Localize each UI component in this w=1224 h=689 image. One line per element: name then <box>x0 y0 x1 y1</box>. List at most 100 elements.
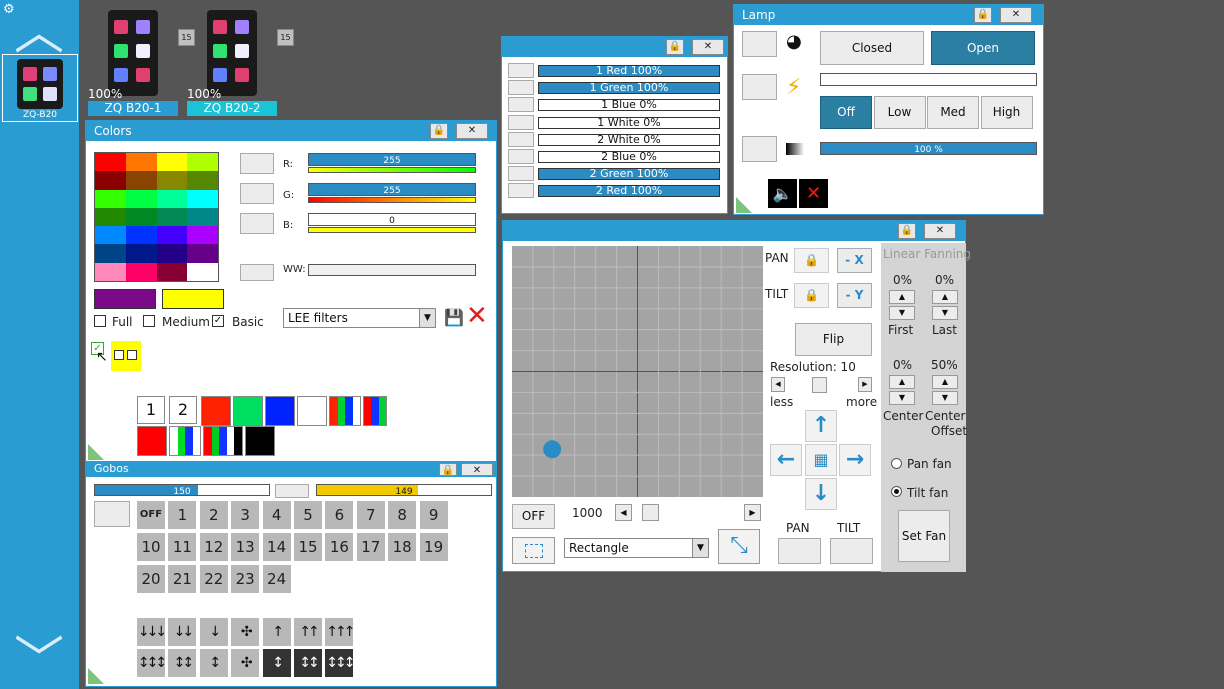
close-button[interactable]: ✕ <box>456 123 488 139</box>
lock-icon[interactable]: 🔒 <box>666 39 684 55</box>
offset-down-button[interactable]: ▼ <box>932 391 958 405</box>
resize-grip-icon[interactable] <box>736 197 752 213</box>
palette-swatch[interactable] <box>156 207 188 227</box>
swap-direction-icon[interactable]: ⤡ <box>718 529 760 564</box>
g-preset-button[interactable] <box>240 183 274 204</box>
gobo-wheel-2-slider[interactable]: 149 <box>316 484 492 497</box>
lock-icon[interactable]: 🔒 <box>430 123 448 139</box>
palette-swatch[interactable] <box>156 244 188 263</box>
palette-swatch[interactable] <box>125 189 157 208</box>
fixture-1-name[interactable]: ZQ B20-1 <box>88 101 178 116</box>
gobo-17-button[interactable]: 17 <box>356 533 385 561</box>
gobo-2-button[interactable]: 2 <box>199 501 228 529</box>
gobo-21-button[interactable]: 21 <box>168 565 197 593</box>
set-fan-button[interactable]: Set Fan <box>898 510 950 562</box>
color-macro-button[interactable] <box>265 396 295 426</box>
r-slider[interactable]: 255 <box>308 153 476 166</box>
gobo-15-button[interactable]: 15 <box>294 533 322 561</box>
power-high-button[interactable]: High <box>980 96 1033 129</box>
color-macro-button[interactable] <box>329 396 361 426</box>
macro-1-button[interactable]: 1 <box>137 396 165 424</box>
center-down-button[interactable]: ▼ <box>889 391 915 405</box>
power-bar[interactable] <box>820 73 1037 86</box>
resolution-less-button[interactable]: ◀ <box>771 377 785 392</box>
gobo-rotation-button[interactable]: ↓ <box>199 618 228 646</box>
palette-swatch[interactable] <box>156 226 188 245</box>
b-slider[interactable]: 0 <box>308 213 476 226</box>
gobo-20-button[interactable]: 20 <box>137 565 165 593</box>
channel-2-slider[interactable]: 1 Green 100% <box>538 82 720 95</box>
palette-swatch[interactable] <box>125 226 157 245</box>
channel-5-slider[interactable]: 2 White 0% <box>538 133 720 146</box>
palette-swatch[interactable] <box>156 189 188 208</box>
b-preset-button[interactable] <box>240 213 274 234</box>
channel-7-slider[interactable]: 2 Green 100% <box>538 168 720 181</box>
gobo-rotation-button[interactable]: ↑ <box>262 618 291 646</box>
channel-3-slider[interactable]: 1 Blue 0% <box>538 99 720 112</box>
channel-4-slider[interactable]: 1 White 0% <box>538 116 720 129</box>
gobo-18-button[interactable]: 18 <box>388 533 417 561</box>
gobo-off-button[interactable]: OFF <box>137 501 165 529</box>
channel-preset-button[interactable] <box>508 166 534 182</box>
arrow-down-icon[interactable]: ↓ <box>805 478 837 510</box>
color-palette[interactable] <box>94 152 219 282</box>
gobo-19-button[interactable]: 19 <box>419 533 448 561</box>
channel-preset-button[interactable] <box>508 63 534 78</box>
palette-swatch[interactable] <box>125 262 157 281</box>
palette-swatch[interactable] <box>187 244 218 263</box>
gobo-8-button[interactable]: 8 <box>388 501 417 529</box>
palette-swatch[interactable] <box>156 262 188 281</box>
g-slider[interactable]: 255 <box>308 183 476 196</box>
pan-fan-radio[interactable] <box>891 458 902 469</box>
power-low-button[interactable]: Low <box>873 96 926 129</box>
pan-value-button[interactable] <box>778 538 821 564</box>
basic-checkbox[interactable]: ✓ <box>212 315 224 327</box>
save-icon[interactable]: 💾 <box>444 308 464 327</box>
dimmer-preset-button[interactable] <box>742 136 777 162</box>
gobo-12-button[interactable]: 12 <box>199 533 228 561</box>
palette-swatch[interactable] <box>95 189 126 208</box>
macro-2-button[interactable]: 2 <box>169 396 197 424</box>
palette-swatch[interactable] <box>187 171 218 190</box>
close-button[interactable]: ✕ <box>1000 7 1032 23</box>
gobo-rotation-button[interactable]: ✣ <box>231 618 260 646</box>
arrow-right-icon[interactable]: → <box>839 444 871 476</box>
gobo-rotation-button[interactable]: ↑↑↑ <box>325 618 355 646</box>
gobo-rotation-button[interactable]: ↕↕ <box>294 649 322 677</box>
color-macro-button[interactable] <box>137 426 167 456</box>
palette-swatch[interactable] <box>125 171 157 190</box>
palette-swatch[interactable] <box>95 244 126 263</box>
gobo-rotation-button[interactable]: ↕↕ <box>168 649 197 677</box>
resize-grip-icon[interactable] <box>88 444 104 460</box>
palette-swatch[interactable] <box>187 189 218 208</box>
tilt-value-button[interactable] <box>830 538 873 564</box>
close-button[interactable]: ✕ <box>461 463 493 476</box>
color-macro-button[interactable] <box>363 396 387 426</box>
shutter-preset-button[interactable] <box>742 31 777 57</box>
lamp-titlebar[interactable]: Lamp <box>734 5 1043 25</box>
chevron-up-icon[interactable]: ︿ <box>14 7 64 57</box>
gobo-6-button[interactable]: 6 <box>325 501 354 529</box>
resize-grip-icon[interactable] <box>88 668 104 684</box>
palette-swatch[interactable] <box>187 226 218 245</box>
color-macro-button[interactable] <box>297 396 327 426</box>
channel-8-slider[interactable]: 2 Red 100% <box>538 185 720 198</box>
chevron-down-icon[interactable]: ▼ <box>692 539 708 557</box>
speed-left-button[interactable]: ◀ <box>615 504 632 521</box>
gobos-titlebar[interactable]: Gobos <box>86 463 496 477</box>
sidebar-fixture-tile[interactable]: ZQ-B20 <box>2 54 78 122</box>
medium-checkbox[interactable] <box>143 315 155 327</box>
flip-button[interactable]: Flip <box>795 323 872 356</box>
xy-pad[interactable] <box>512 246 763 497</box>
power-med-button[interactable]: Med <box>927 96 979 129</box>
dimmer-slider[interactable]: 100 % <box>820 142 1037 155</box>
gobo-rotation-button[interactable]: ✣ <box>231 649 260 677</box>
color-macro-button[interactable] <box>245 426 275 456</box>
center-icon[interactable]: ▦ <box>805 444 837 476</box>
gobo-5-button[interactable]: 5 <box>294 501 322 529</box>
xy-position-dot[interactable] <box>543 440 562 459</box>
gobo-rotation-button[interactable]: ↓↓ <box>168 618 197 646</box>
r-preset-button[interactable] <box>240 153 274 174</box>
speed-slider-thumb[interactable] <box>642 504 659 521</box>
gobo-3-button[interactable]: 3 <box>231 501 260 529</box>
